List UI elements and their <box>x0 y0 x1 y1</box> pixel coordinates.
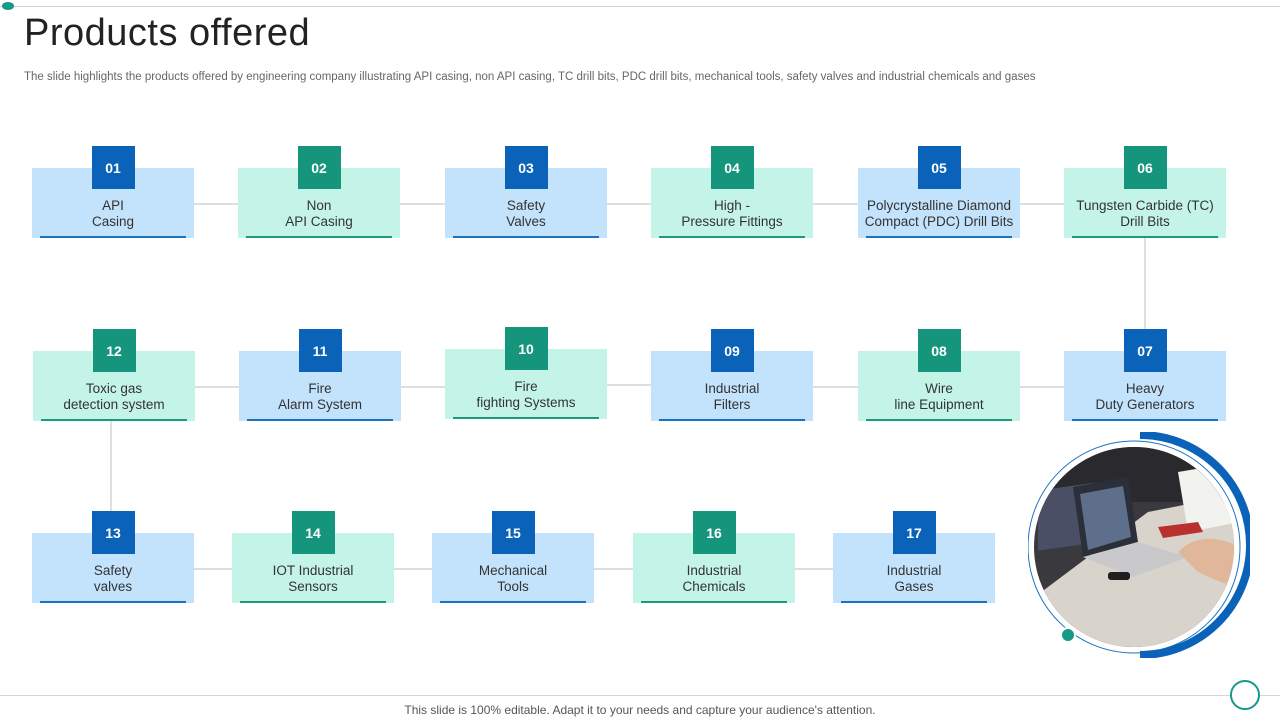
page-subtitle: The slide highlights the products offere… <box>24 71 1036 83</box>
product-number-badge: 12 <box>92 329 136 372</box>
card-underline <box>659 419 805 421</box>
card-underline <box>246 236 392 238</box>
card-underline <box>641 601 787 603</box>
product-number-badge: 16 <box>692 511 736 554</box>
product-label-line1: Industrial <box>686 563 742 578</box>
product-label-line1: Toxic gas <box>85 381 143 396</box>
product-label-line2: fighting Systems <box>476 395 576 410</box>
product-number-badge: 06 <box>1123 146 1167 189</box>
footer-note: This slide is 100% editable. Adapt it to… <box>404 703 876 717</box>
card-underline <box>841 601 987 603</box>
product-label-line2: Sensors <box>288 579 338 594</box>
product-label-line2: Pressure Fittings <box>681 214 783 229</box>
product-label-line2: Duty Generators <box>1095 397 1195 412</box>
product-number-badge: 03 <box>504 146 548 189</box>
product-label-line2: Valves <box>506 214 546 229</box>
footer-divider <box>0 695 1280 696</box>
card-underline <box>41 419 187 421</box>
product-label-line1: Safety <box>506 198 546 213</box>
product-number-badge: 04 <box>710 146 754 189</box>
product-label-line2: API Casing <box>285 214 353 229</box>
product-number-badge: 11 <box>298 329 342 372</box>
product-number-badge: 15 <box>491 511 535 554</box>
product-label-line2: Tools <box>497 579 529 594</box>
product-label-line1: Industrial <box>886 563 942 578</box>
product-number-badge: 13 <box>91 511 135 554</box>
product-number-badge: 02 <box>297 146 341 189</box>
card-underline <box>247 419 393 421</box>
product-number-badge: 05 <box>917 146 961 189</box>
product-label-line2: Gases <box>894 579 934 594</box>
product-label-line2: detection system <box>63 397 165 412</box>
office-photo <box>1028 432 1250 658</box>
product-label-line1: Polycrystalline Diamond <box>866 198 1012 213</box>
footer-accent-circle <box>1230 680 1260 710</box>
product-number-badge: 07 <box>1123 329 1167 372</box>
card-underline <box>866 236 1012 238</box>
product-label-line1: High - <box>713 198 750 213</box>
product-number-badge: 01 <box>91 146 135 189</box>
product-label-line2: Casing <box>91 214 135 229</box>
card-underline <box>453 417 599 419</box>
card-underline <box>659 236 805 238</box>
product-label-line1: Fire <box>308 381 332 396</box>
product-label-line1: Safety <box>93 563 133 578</box>
product-label-line1: API <box>102 198 124 213</box>
card-underline <box>1072 236 1218 238</box>
product-label-line1: Fire <box>514 379 538 394</box>
product-number-badge: 09 <box>710 329 754 372</box>
product-number-badge: 10 <box>504 327 548 370</box>
product-label-line1: Tungsten Carbide (TC) <box>1076 198 1214 213</box>
page-title: Products offered <box>24 12 311 54</box>
card-underline <box>440 601 586 603</box>
product-label-line2: Compact (PDC) Drill Bits <box>864 214 1014 229</box>
product-label-line2: line Equipment <box>894 397 984 412</box>
card-underline <box>40 601 186 603</box>
card-underline <box>866 419 1012 421</box>
top-divider <box>0 6 1280 7</box>
product-label-line1: Wire <box>925 381 953 396</box>
product-number-badge: 17 <box>892 511 936 554</box>
product-label-line2: Chemicals <box>682 579 746 594</box>
product-label-line2: valves <box>93 579 133 594</box>
card-underline <box>1072 419 1218 421</box>
product-label-line1: IOT Industrial <box>272 563 354 578</box>
product-label-line1: Mechanical <box>478 563 548 578</box>
product-label-line1: Industrial <box>704 381 760 396</box>
product-label-line1: Non <box>306 198 332 213</box>
product-label-line2: Filters <box>713 397 751 412</box>
product-number-badge: 08 <box>917 329 961 372</box>
card-underline <box>240 601 386 603</box>
card-underline <box>40 236 186 238</box>
product-label-line2: Alarm System <box>277 397 362 412</box>
product-label-line2: Drill Bits <box>1120 214 1170 229</box>
top-accent-dot <box>2 2 14 10</box>
product-label-line1: Heavy <box>1125 381 1165 396</box>
product-number-badge: 14 <box>291 511 335 554</box>
card-underline <box>453 236 599 238</box>
